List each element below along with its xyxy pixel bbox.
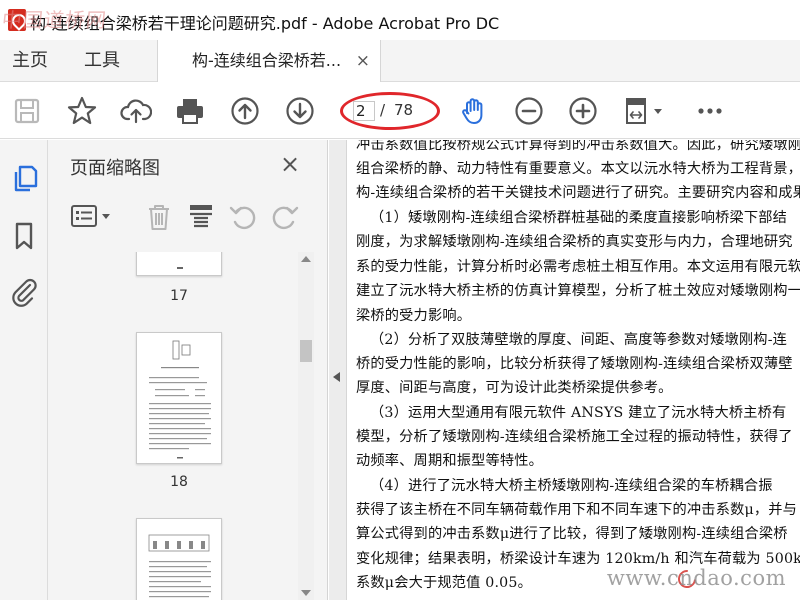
bookmark-icon[interactable] bbox=[8, 220, 40, 252]
doc-line: 厚度、间距与高度，可为设计此类桥梁提供参考。 bbox=[356, 380, 673, 396]
doc-line: 组合梁桥的静、动力特性有重要意义。本文以沅水特大桥为工程背景， bbox=[356, 161, 800, 177]
title-bar: 构-连续组合梁桥若干理论问题研究.pdf - Adobe Acrobat Pro… bbox=[0, 0, 800, 40]
delete-icon[interactable] bbox=[144, 202, 174, 232]
tab-close-icon[interactable]: × bbox=[356, 40, 370, 82]
thumbnail-scrollbar[interactable] bbox=[298, 252, 314, 600]
thumbnail-page-number: 18 bbox=[170, 474, 188, 490]
print-icon[interactable] bbox=[174, 95, 206, 127]
scrollbar-thumb[interactable] bbox=[300, 340, 312, 362]
page-separator: / bbox=[380, 101, 386, 119]
panel-title: 页面缩略图 bbox=[70, 158, 160, 179]
doc-line: 系的受力性能，计算分析时必需考虑桩土相互作用。本文运用有限元软件 bbox=[356, 259, 800, 275]
scroll-down-icon[interactable] bbox=[301, 590, 311, 596]
site-watermark: www.cndao.com bbox=[606, 566, 786, 590]
doc-line: 构-连续组合梁桥的若干关键技术问题进行了研究。主要研究内容和成果 bbox=[356, 185, 800, 201]
cloud-upload-icon[interactable] bbox=[120, 95, 153, 127]
prev-page-icon[interactable] bbox=[229, 95, 261, 127]
more-icon[interactable] bbox=[694, 95, 726, 127]
doc-line: 梁桥的受力影响。 bbox=[356, 308, 472, 324]
thumbnail-page[interactable] bbox=[136, 252, 222, 276]
next-page-icon[interactable] bbox=[284, 95, 316, 127]
doc-line: （4）进行了沅水特大桥主桥矮墩刚构-连续组合梁的车桥耦合振 bbox=[370, 478, 773, 494]
doc-line: 刚度，为求解矮墩刚构-连续组合梁桥的真实变形与内力，合理地研究 bbox=[356, 234, 793, 250]
star-icon[interactable] bbox=[66, 95, 98, 127]
doc-line: （1）矮墩刚构-连续组合梁桥群桩基础的柔度直接影响桥梁下部结 bbox=[370, 210, 788, 226]
thumbnail-options-icon[interactable] bbox=[70, 202, 114, 232]
doc-line: 变化规律；结果表明，桥梁设计车速为 120km/h 和汽车荷载为 500kN bbox=[356, 551, 800, 567]
doc-line: 建立了沅水特大桥主桥的仿真计算模型，分析了桩土效应对矮墩刚构一 bbox=[356, 283, 800, 299]
zoom-out-icon[interactable] bbox=[513, 95, 545, 127]
rotate-left-icon[interactable] bbox=[228, 202, 258, 232]
fit-page-icon[interactable] bbox=[622, 95, 666, 127]
zoom-in-icon[interactable] bbox=[567, 95, 599, 127]
tab-home[interactable]: 主页 bbox=[12, 40, 48, 81]
doc-line: 系数μ会大于规范值 0.05。 bbox=[356, 575, 533, 591]
page-thumbnails-icon[interactable] bbox=[8, 162, 40, 194]
left-rail bbox=[0, 140, 48, 600]
collapse-arrow-icon bbox=[333, 372, 340, 382]
tab-bar: 主页 工具 构-连续组合梁桥若... × bbox=[0, 40, 800, 82]
doc-line: （3）运用大型通用有限元软件 ANSYS 建立了沅水特大桥主桥有 bbox=[370, 405, 787, 421]
tab-document-label: 构-连续组合梁桥若... bbox=[192, 51, 342, 70]
panel-collapse-handle[interactable] bbox=[329, 140, 347, 600]
doc-line: 动频率、周期和振型等特性。 bbox=[356, 453, 544, 469]
doc-line: （2）分析了双肢薄壁墩的厚度、间距、高度等参数对矮墩刚构-连 bbox=[370, 332, 788, 348]
attachment-icon[interactable] bbox=[8, 276, 40, 308]
toolbar: 2 / 78 bbox=[0, 83, 800, 139]
doc-line: 桥的受力性能的影响，比较分析获得了矮墩刚构-连续组合梁桥双薄壁 bbox=[356, 356, 793, 372]
corner-watermark: 中国道桥网 bbox=[0, 8, 109, 32]
doc-line: 获得了该主桥在不同车辆荷载作用下和不同车速下的冲击系数μ，并与 bbox=[356, 502, 798, 518]
hand-tool-icon[interactable] bbox=[458, 95, 490, 127]
doc-line: 模型，分析了矮墩刚构-连续组合梁桥施工全过程的振动特性，获得了 bbox=[356, 429, 793, 445]
current-page-input[interactable]: 2 bbox=[353, 101, 375, 121]
thumbnails-panel: 页面缩略图 × 17 18 bbox=[48, 140, 328, 600]
thumbnail-list[interactable]: 17 18 bbox=[48, 252, 314, 600]
total-pages: 78 bbox=[394, 101, 414, 119]
tab-tools[interactable]: 工具 bbox=[84, 40, 120, 81]
document-view[interactable]: 冲击系数值比按桥规公式计算得到的冲击系数值大。因此，研究矮墩刚 组合梁桥的静、动… bbox=[348, 140, 800, 600]
doc-line: 冲击系数值比按桥规公式计算得到的冲击系数值大。因此，研究矮墩刚 bbox=[356, 140, 800, 153]
save-icon[interactable] bbox=[11, 95, 43, 127]
thumbnail-page-number: 17 bbox=[170, 288, 188, 304]
thumbnail-page[interactable] bbox=[136, 332, 222, 464]
tab-document[interactable]: 构-连续组合梁桥若... × bbox=[157, 40, 381, 82]
doc-line: 算公式得到的冲击系数μ进行了比较，得到了矮墩刚构-连续组合梁桥 bbox=[356, 526, 788, 542]
scroll-up-icon[interactable] bbox=[301, 256, 311, 262]
thumbnail-page[interactable] bbox=[136, 518, 222, 600]
extract-pages-icon[interactable] bbox=[186, 202, 216, 232]
panel-close-icon[interactable]: × bbox=[280, 150, 300, 178]
rotate-right-icon[interactable] bbox=[270, 202, 300, 232]
page-navigator: 2 / 78 bbox=[340, 92, 440, 130]
